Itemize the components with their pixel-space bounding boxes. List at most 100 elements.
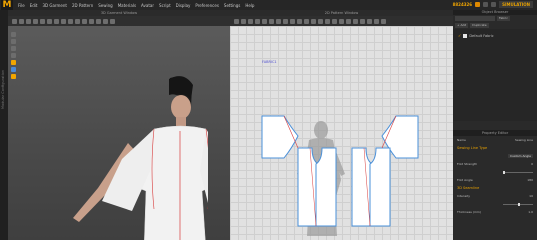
tool-icon[interactable]: [283, 18, 288, 24]
object-list: ✓ Default Fabric: [453, 29, 537, 121]
duplicate-button[interactable]: Duplicate: [470, 23, 489, 28]
tool-icon[interactable]: [346, 18, 351, 24]
menu-script[interactable]: Script: [159, 3, 171, 8]
menu-preferences[interactable]: Preferences: [195, 3, 219, 8]
tool-icon[interactable]: [262, 18, 267, 24]
tool-icon[interactable]: [311, 18, 316, 24]
tool-icon[interactable]: [61, 18, 66, 24]
simulation-button[interactable]: SIMULATION: [499, 1, 533, 8]
tool-icon[interactable]: [276, 18, 281, 24]
2d-pattern-window[interactable]: 2D Pattern Window FABRIC1: [230, 10, 453, 240]
tool-icon[interactable]: [26, 18, 31, 24]
tool-icon[interactable]: [381, 18, 386, 24]
prop-row: Intensity 10: [453, 192, 537, 200]
status-number: 8824326: [452, 2, 473, 7]
app-logo: M: [1, 0, 13, 11]
tool-icon[interactable]: [248, 18, 253, 24]
3d-garment-window[interactable]: 3D Garment Window: [8, 10, 230, 240]
display-icon[interactable]: [11, 32, 16, 37]
slider-knob[interactable]: [518, 202, 520, 206]
fold-strength-slider[interactable]: [503, 170, 533, 174]
add-button[interactable]: + Add: [455, 23, 469, 28]
menu-help[interactable]: Help: [245, 3, 254, 8]
tool-icon[interactable]: [54, 18, 59, 24]
tool-icon[interactable]: [40, 18, 45, 24]
texture-display-icon[interactable]: [11, 74, 16, 79]
tool-icon[interactable]: [68, 18, 73, 24]
tool-icon[interactable]: [325, 18, 330, 24]
prop-name-row: Name Sewing Line: [453, 136, 537, 144]
tool-icon[interactable]: [374, 18, 379, 24]
intensity-slider[interactable]: [503, 202, 533, 206]
tool-icon[interactable]: [19, 18, 24, 24]
layout-icon[interactable]: [491, 2, 497, 7]
display-icon[interactable]: [11, 46, 16, 51]
modular-config-label: Modular Configuration: [1, 70, 5, 110]
garment-display-icon[interactable]: [11, 67, 16, 72]
fold-angle-value[interactable]: 180: [527, 178, 533, 182]
tool-icon[interactable]: [96, 18, 101, 24]
fabric-item-name: Default Fabric: [469, 33, 494, 38]
tool-icon[interactable]: [89, 18, 94, 24]
tool-icon[interactable]: [33, 18, 38, 24]
fabric-swatch: [463, 33, 468, 38]
fold-strength-value[interactable]: 0: [531, 162, 533, 166]
avatar-with-garment[interactable]: [58, 65, 208, 240]
menu-settings[interactable]: Settings: [224, 3, 240, 8]
prop-row: Fold Strength 0: [453, 160, 537, 168]
sewing-line-type-section[interactable]: Sewing Line Type: [453, 144, 537, 152]
tool-icon[interactable]: [304, 18, 309, 24]
display-icon[interactable]: [11, 53, 16, 58]
tool-icon[interactable]: [332, 18, 337, 24]
menu-sewing[interactable]: Sewing: [98, 3, 112, 8]
pattern-pieces: [261, 115, 419, 236]
fabric-tab[interactable]: Fabric: [497, 16, 510, 21]
object-browser-toolbar: Fabric: [453, 15, 537, 22]
check-icon: ✓: [458, 33, 462, 38]
menu-edit[interactable]: Edit: [30, 3, 38, 8]
display-icon[interactable]: [11, 39, 16, 44]
tool-icon[interactable]: [110, 18, 115, 24]
settings-icon[interactable]: [483, 2, 489, 7]
slider-knob[interactable]: [503, 170, 505, 174]
tool-icon[interactable]: [339, 18, 344, 24]
prop-row: [453, 168, 537, 176]
intensity-value[interactable]: 10: [529, 194, 533, 198]
back-right-piece: [369, 147, 391, 227]
thickness-value[interactable]: 1.0: [528, 210, 533, 214]
prop-row: [453, 200, 537, 208]
tool-icon[interactable]: [360, 18, 365, 24]
tool-icon[interactable]: [241, 18, 246, 24]
right-panel: Object Browser Fabric + Add Duplicate ✓ …: [453, 10, 537, 240]
tool-icon[interactable]: [82, 18, 87, 24]
menu-3d-garment[interactable]: 3D Garment: [42, 3, 66, 8]
fold-strength-label: Fold Strength: [457, 162, 478, 166]
menu-display[interactable]: Display: [176, 3, 191, 8]
tool-icon[interactable]: [353, 18, 358, 24]
list-item[interactable]: ✓ Default Fabric: [458, 33, 494, 38]
sewing-type-select[interactable]: Custom Angle: [508, 154, 533, 158]
avatar-display-icon[interactable]: [11, 60, 16, 65]
menu-avatar[interactable]: Avatar: [141, 3, 154, 8]
tool-icon[interactable]: [234, 18, 239, 24]
menu-materials[interactable]: Materials: [118, 3, 136, 8]
tool-icon[interactable]: [12, 18, 17, 24]
menu-2d-pattern[interactable]: 2D Pattern: [72, 3, 93, 8]
tool-icon[interactable]: [290, 18, 295, 24]
tool-icon[interactable]: [47, 18, 52, 24]
intensity-label: Intensity: [457, 194, 471, 198]
name-value[interactable]: Sewing Line: [515, 138, 533, 142]
tool-icon[interactable]: [269, 18, 274, 24]
tool-icon[interactable]: [297, 18, 302, 24]
record-icon[interactable]: [475, 2, 481, 7]
tool-icon[interactable]: [255, 18, 260, 24]
3d-side-toolbar: [11, 32, 16, 79]
tool-icon[interactable]: [103, 18, 108, 24]
menu-file[interactable]: File: [18, 3, 25, 8]
tool-icon[interactable]: [318, 18, 323, 24]
tool-icon[interactable]: [367, 18, 372, 24]
3d-seamline-section[interactable]: 3D Seamline: [453, 184, 537, 192]
pattern-canvas[interactable]: FABRIC1: [230, 26, 453, 240]
tool-icon[interactable]: [75, 18, 80, 24]
object-search-input[interactable]: [455, 16, 495, 21]
